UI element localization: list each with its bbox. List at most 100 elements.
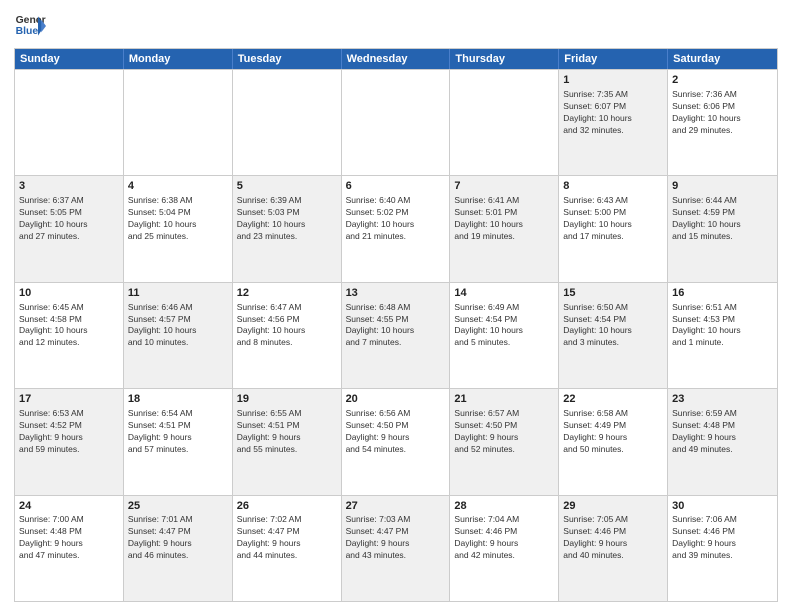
day-number: 3 bbox=[19, 179, 119, 194]
day-info: Sunrise: 7:01 AM Sunset: 4:47 PM Dayligh… bbox=[128, 514, 228, 562]
day-number: 6 bbox=[346, 179, 446, 194]
day-number: 11 bbox=[128, 286, 228, 301]
empty-cell bbox=[450, 70, 559, 175]
day-cell-29: 29Sunrise: 7:05 AM Sunset: 4:46 PM Dayli… bbox=[559, 496, 668, 601]
day-info: Sunrise: 7:03 AM Sunset: 4:47 PM Dayligh… bbox=[346, 514, 446, 562]
day-number: 19 bbox=[237, 392, 337, 407]
day-cell-21: 21Sunrise: 6:57 AM Sunset: 4:50 PM Dayli… bbox=[450, 389, 559, 494]
day-info: Sunrise: 6:37 AM Sunset: 5:05 PM Dayligh… bbox=[19, 195, 119, 243]
day-cell-12: 12Sunrise: 6:47 AM Sunset: 4:56 PM Dayli… bbox=[233, 283, 342, 388]
day-number: 23 bbox=[672, 392, 773, 407]
day-number: 25 bbox=[128, 499, 228, 514]
day-info: Sunrise: 7:04 AM Sunset: 4:46 PM Dayligh… bbox=[454, 514, 554, 562]
day-cell-13: 13Sunrise: 6:48 AM Sunset: 4:55 PM Dayli… bbox=[342, 283, 451, 388]
day-info: Sunrise: 7:36 AM Sunset: 6:06 PM Dayligh… bbox=[672, 89, 773, 137]
calendar-header: SundayMondayTuesdayWednesdayThursdayFrid… bbox=[15, 49, 777, 69]
day-info: Sunrise: 6:48 AM Sunset: 4:55 PM Dayligh… bbox=[346, 302, 446, 350]
day-info: Sunrise: 6:46 AM Sunset: 4:57 PM Dayligh… bbox=[128, 302, 228, 350]
day-info: Sunrise: 6:38 AM Sunset: 5:04 PM Dayligh… bbox=[128, 195, 228, 243]
day-cell-7: 7Sunrise: 6:41 AM Sunset: 5:01 PM Daylig… bbox=[450, 176, 559, 281]
calendar-row-1: 1Sunrise: 7:35 AM Sunset: 6:07 PM Daylig… bbox=[15, 69, 777, 175]
day-cell-4: 4Sunrise: 6:38 AM Sunset: 5:04 PM Daylig… bbox=[124, 176, 233, 281]
day-info: Sunrise: 6:59 AM Sunset: 4:48 PM Dayligh… bbox=[672, 408, 773, 456]
day-cell-30: 30Sunrise: 7:06 AM Sunset: 4:46 PM Dayli… bbox=[668, 496, 777, 601]
day-info: Sunrise: 7:06 AM Sunset: 4:46 PM Dayligh… bbox=[672, 514, 773, 562]
day-cell-11: 11Sunrise: 6:46 AM Sunset: 4:57 PM Dayli… bbox=[124, 283, 233, 388]
day-number: 24 bbox=[19, 499, 119, 514]
day-cell-16: 16Sunrise: 6:51 AM Sunset: 4:53 PM Dayli… bbox=[668, 283, 777, 388]
day-number: 28 bbox=[454, 499, 554, 514]
day-cell-27: 27Sunrise: 7:03 AM Sunset: 4:47 PM Dayli… bbox=[342, 496, 451, 601]
day-cell-2: 2Sunrise: 7:36 AM Sunset: 6:06 PM Daylig… bbox=[668, 70, 777, 175]
day-info: Sunrise: 6:41 AM Sunset: 5:01 PM Dayligh… bbox=[454, 195, 554, 243]
day-cell-18: 18Sunrise: 6:54 AM Sunset: 4:51 PM Dayli… bbox=[124, 389, 233, 494]
day-number: 16 bbox=[672, 286, 773, 301]
calendar-body: 1Sunrise: 7:35 AM Sunset: 6:07 PM Daylig… bbox=[15, 69, 777, 601]
day-cell-15: 15Sunrise: 6:50 AM Sunset: 4:54 PM Dayli… bbox=[559, 283, 668, 388]
day-info: Sunrise: 6:49 AM Sunset: 4:54 PM Dayligh… bbox=[454, 302, 554, 350]
day-info: Sunrise: 6:51 AM Sunset: 4:53 PM Dayligh… bbox=[672, 302, 773, 350]
svg-text:Blue: Blue bbox=[16, 26, 39, 37]
weekday-header-thursday: Thursday bbox=[450, 49, 559, 69]
weekday-header-friday: Friday bbox=[559, 49, 668, 69]
day-cell-28: 28Sunrise: 7:04 AM Sunset: 4:46 PM Dayli… bbox=[450, 496, 559, 601]
day-info: Sunrise: 6:57 AM Sunset: 4:50 PM Dayligh… bbox=[454, 408, 554, 456]
day-number: 1 bbox=[563, 73, 663, 88]
day-number: 14 bbox=[454, 286, 554, 301]
calendar-row-3: 10Sunrise: 6:45 AM Sunset: 4:58 PM Dayli… bbox=[15, 282, 777, 388]
day-number: 29 bbox=[563, 499, 663, 514]
day-number: 8 bbox=[563, 179, 663, 194]
day-info: Sunrise: 6:50 AM Sunset: 4:54 PM Dayligh… bbox=[563, 302, 663, 350]
weekday-header-monday: Monday bbox=[124, 49, 233, 69]
day-info: Sunrise: 7:02 AM Sunset: 4:47 PM Dayligh… bbox=[237, 514, 337, 562]
day-number: 5 bbox=[237, 179, 337, 194]
calendar-row-2: 3Sunrise: 6:37 AM Sunset: 5:05 PM Daylig… bbox=[15, 175, 777, 281]
day-cell-6: 6Sunrise: 6:40 AM Sunset: 5:02 PM Daylig… bbox=[342, 176, 451, 281]
empty-cell bbox=[342, 70, 451, 175]
day-cell-20: 20Sunrise: 6:56 AM Sunset: 4:50 PM Dayli… bbox=[342, 389, 451, 494]
day-number: 7 bbox=[454, 179, 554, 194]
day-info: Sunrise: 6:45 AM Sunset: 4:58 PM Dayligh… bbox=[19, 302, 119, 350]
day-number: 10 bbox=[19, 286, 119, 301]
day-info: Sunrise: 6:55 AM Sunset: 4:51 PM Dayligh… bbox=[237, 408, 337, 456]
day-info: Sunrise: 6:39 AM Sunset: 5:03 PM Dayligh… bbox=[237, 195, 337, 243]
day-info: Sunrise: 6:56 AM Sunset: 4:50 PM Dayligh… bbox=[346, 408, 446, 456]
header: General Blue bbox=[14, 10, 778, 42]
day-cell-17: 17Sunrise: 6:53 AM Sunset: 4:52 PM Dayli… bbox=[15, 389, 124, 494]
day-info: Sunrise: 6:43 AM Sunset: 5:00 PM Dayligh… bbox=[563, 195, 663, 243]
day-info: Sunrise: 6:47 AM Sunset: 4:56 PM Dayligh… bbox=[237, 302, 337, 350]
day-number: 18 bbox=[128, 392, 228, 407]
empty-cell bbox=[15, 70, 124, 175]
day-number: 30 bbox=[672, 499, 773, 514]
day-number: 21 bbox=[454, 392, 554, 407]
day-info: Sunrise: 6:58 AM Sunset: 4:49 PM Dayligh… bbox=[563, 408, 663, 456]
day-info: Sunrise: 6:54 AM Sunset: 4:51 PM Dayligh… bbox=[128, 408, 228, 456]
day-info: Sunrise: 6:44 AM Sunset: 4:59 PM Dayligh… bbox=[672, 195, 773, 243]
calendar-row-4: 17Sunrise: 6:53 AM Sunset: 4:52 PM Dayli… bbox=[15, 388, 777, 494]
day-number: 22 bbox=[563, 392, 663, 407]
page: General Blue SundayMondayTuesdayWednesda… bbox=[0, 0, 792, 612]
empty-cell bbox=[124, 70, 233, 175]
day-cell-22: 22Sunrise: 6:58 AM Sunset: 4:49 PM Dayli… bbox=[559, 389, 668, 494]
day-info: Sunrise: 7:00 AM Sunset: 4:48 PM Dayligh… bbox=[19, 514, 119, 562]
day-info: Sunrise: 7:35 AM Sunset: 6:07 PM Dayligh… bbox=[563, 89, 663, 137]
day-number: 17 bbox=[19, 392, 119, 407]
day-number: 9 bbox=[672, 179, 773, 194]
day-cell-25: 25Sunrise: 7:01 AM Sunset: 4:47 PM Dayli… bbox=[124, 496, 233, 601]
calendar: SundayMondayTuesdayWednesdayThursdayFrid… bbox=[14, 48, 778, 602]
day-number: 12 bbox=[237, 286, 337, 301]
day-cell-24: 24Sunrise: 7:00 AM Sunset: 4:48 PM Dayli… bbox=[15, 496, 124, 601]
day-cell-19: 19Sunrise: 6:55 AM Sunset: 4:51 PM Dayli… bbox=[233, 389, 342, 494]
logo: General Blue bbox=[14, 10, 46, 42]
day-number: 4 bbox=[128, 179, 228, 194]
day-info: Sunrise: 6:53 AM Sunset: 4:52 PM Dayligh… bbox=[19, 408, 119, 456]
day-number: 15 bbox=[563, 286, 663, 301]
weekday-header-wednesday: Wednesday bbox=[342, 49, 451, 69]
weekday-header-sunday: Sunday bbox=[15, 49, 124, 69]
weekday-header-saturday: Saturday bbox=[668, 49, 777, 69]
day-cell-10: 10Sunrise: 6:45 AM Sunset: 4:58 PM Dayli… bbox=[15, 283, 124, 388]
day-cell-9: 9Sunrise: 6:44 AM Sunset: 4:59 PM Daylig… bbox=[668, 176, 777, 281]
day-number: 2 bbox=[672, 73, 773, 88]
day-info: Sunrise: 6:40 AM Sunset: 5:02 PM Dayligh… bbox=[346, 195, 446, 243]
day-cell-23: 23Sunrise: 6:59 AM Sunset: 4:48 PM Dayli… bbox=[668, 389, 777, 494]
